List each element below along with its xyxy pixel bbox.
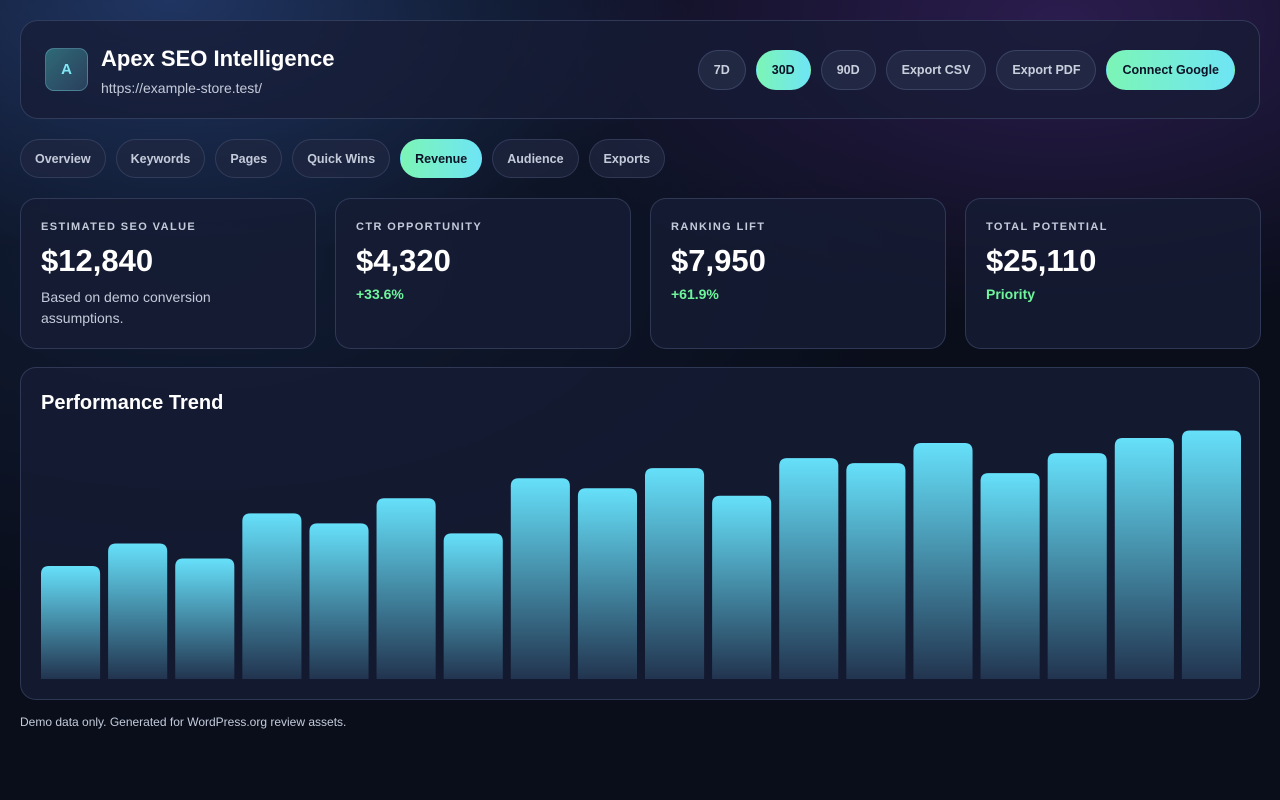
metric-priority-badge: Priority bbox=[986, 286, 1036, 302]
metric-value: $4,320 bbox=[356, 243, 451, 278]
chart-bar bbox=[41, 566, 101, 679]
metric-card-total-potential: Total Potential $25,110 Priority bbox=[965, 198, 1261, 349]
metric-value: $12,840 bbox=[41, 243, 154, 278]
metric-cards: Estimated SEO Value $12,840 Based on dem… bbox=[20, 198, 1261, 349]
footer-note: Demo data only. Generated for WordPress.… bbox=[20, 715, 347, 729]
chart-bar bbox=[108, 543, 168, 679]
chart-bar bbox=[846, 463, 906, 679]
metric-card-ranking-lift: Ranking Lift $7,950 +61.9% bbox=[650, 198, 946, 349]
chart-bar bbox=[1047, 453, 1107, 679]
chart-bar bbox=[980, 473, 1040, 679]
metric-delta: +61.9% bbox=[671, 286, 719, 302]
chart-bar bbox=[376, 498, 436, 679]
chart-bar bbox=[309, 523, 369, 679]
chart-bar bbox=[175, 558, 235, 679]
chart-bar bbox=[913, 443, 973, 679]
app-title: Apex SEO Intelligence bbox=[101, 46, 335, 71]
performance-trend-chart bbox=[41, 430, 1241, 679]
header-panel: A Apex SEO Intelligence https://example-… bbox=[20, 20, 1260, 119]
metric-value: $25,110 bbox=[986, 243, 1097, 278]
tab-audience[interactable]: Audience bbox=[492, 139, 579, 178]
chart-bar bbox=[577, 488, 637, 679]
range-90d-button[interactable]: 90D bbox=[820, 50, 876, 90]
export-pdf-button[interactable]: Export PDF bbox=[996, 50, 1097, 90]
tab-revenue[interactable]: Revenue bbox=[400, 139, 483, 178]
metric-label: Total Potential bbox=[986, 221, 1108, 233]
chart-bar bbox=[1114, 438, 1174, 679]
chart-bar bbox=[242, 513, 302, 679]
range-7d-button[interactable]: 7D bbox=[697, 50, 746, 90]
site-url: https://example-store.test/ bbox=[101, 80, 263, 96]
app-logo: A bbox=[45, 48, 88, 91]
chart-bar bbox=[645, 468, 705, 679]
metric-label: CTR Opportunity bbox=[356, 221, 483, 233]
tab-exports[interactable]: Exports bbox=[588, 139, 666, 178]
tab-overview[interactable]: Overview bbox=[20, 139, 106, 178]
chart-bar bbox=[712, 495, 772, 679]
nav-tabs: Overview Keywords Pages Quick Wins Reven… bbox=[20, 139, 666, 178]
metric-label: Estimated SEO Value bbox=[41, 221, 197, 233]
tab-pages[interactable]: Pages bbox=[215, 139, 283, 178]
chart-bar bbox=[510, 478, 570, 679]
performance-trend-panel: Performance Trend bbox=[20, 367, 1260, 700]
header-controls: 7D 30D 90D Export CSV Export PDF Connect… bbox=[697, 50, 1235, 90]
range-30d-button[interactable]: 30D bbox=[755, 50, 811, 90]
tab-quick-wins[interactable]: Quick Wins bbox=[292, 139, 391, 178]
tab-keywords[interactable]: Keywords bbox=[115, 139, 206, 178]
metric-description: Based on demo conversion assumptions. bbox=[41, 289, 211, 326]
metric-label: Ranking Lift bbox=[671, 221, 766, 233]
chart-bar bbox=[443, 533, 503, 679]
chart-bar bbox=[779, 458, 839, 679]
export-csv-button[interactable]: Export CSV bbox=[885, 50, 987, 90]
connect-google-button[interactable]: Connect Google bbox=[1106, 50, 1235, 90]
metric-card-ctr-opportunity: CTR Opportunity $4,320 +33.6% bbox=[335, 198, 631, 349]
metric-card-seo-value: Estimated SEO Value $12,840 Based on dem… bbox=[20, 198, 316, 349]
metric-value: $7,950 bbox=[671, 243, 766, 278]
chart-bar bbox=[1181, 430, 1241, 679]
metric-delta: +33.6% bbox=[356, 286, 404, 302]
